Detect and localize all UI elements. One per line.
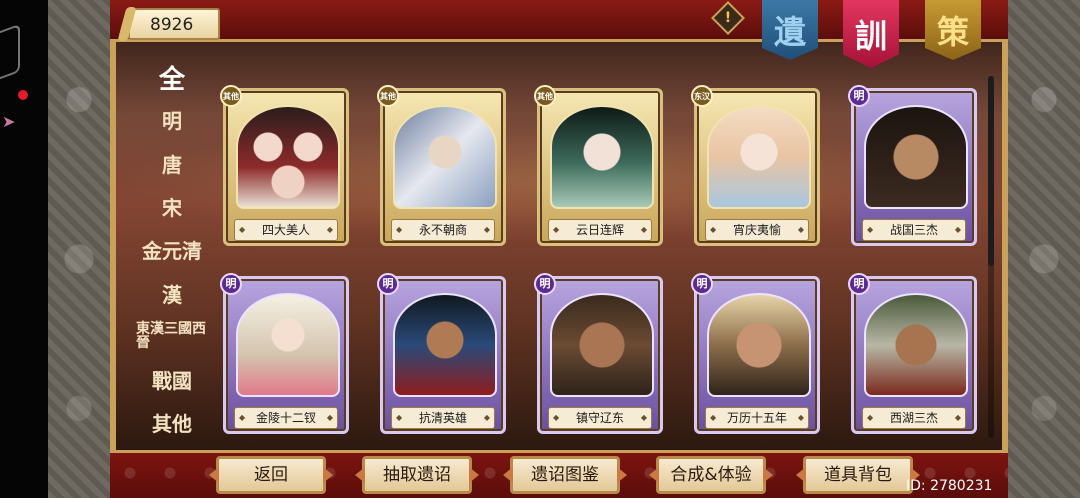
card-name: 宵庆夷愉: [705, 219, 809, 241]
era-badge: 其他: [534, 85, 556, 107]
banner-tab-edict[interactable]: 訓: [843, 0, 899, 68]
back-button[interactable]: 返回: [216, 456, 326, 494]
item-bag-button[interactable]: 道具背包: [803, 456, 913, 494]
category-label: 明: [162, 108, 182, 133]
edict-card[interactable]: 明 抗清英雄: [377, 273, 506, 434]
edict-codex-button[interactable]: 遗诏图鉴: [510, 456, 620, 494]
category-label: 東漢三國西晉: [136, 321, 206, 351]
era-badge: 明: [377, 273, 399, 295]
card-portrait: [707, 293, 811, 397]
category-label: 漢: [162, 282, 182, 307]
era-badge: 明: [534, 273, 556, 295]
banner-tab-strategy[interactable]: 策: [925, 0, 981, 60]
hexagon-icon: [0, 23, 20, 85]
category-jin-yuan-qing[interactable]: 金元清: [128, 230, 216, 268]
card-portrait: [236, 293, 340, 397]
right-ornament-panel: [1008, 0, 1080, 498]
user-id: ID: 2780231: [906, 478, 993, 494]
card-name: 抗清英雄: [391, 407, 495, 429]
arrow-right-icon: ➤: [2, 112, 16, 131]
era-badge: 明: [220, 273, 242, 295]
edict-card[interactable]: 明 镇守辽东: [534, 273, 663, 434]
edict-card[interactable]: 其他 永不朝商: [377, 85, 506, 246]
edict-card[interactable]: 明 战国三杰: [848, 85, 977, 246]
edict-card[interactable]: 明 万历十五年: [691, 273, 820, 434]
category-other[interactable]: 其他: [128, 403, 216, 441]
warning-icon: !: [724, 10, 732, 26]
category-all[interactable]: 全: [128, 58, 216, 96]
synthesize-button[interactable]: 合成&体验: [656, 456, 766, 494]
currency-display: 8926: [128, 8, 220, 40]
card-name: 永不朝商: [391, 219, 495, 241]
edict-card[interactable]: 明 金陵十二钗: [220, 273, 349, 434]
category-ming[interactable]: 明: [128, 100, 216, 138]
era-badge: 明: [848, 273, 870, 295]
banner-label: 遺: [773, 13, 806, 51]
card-portrait: [864, 105, 968, 209]
category-label: 全: [158, 64, 185, 95]
edict-card[interactable]: 其他 云日连辉: [534, 85, 663, 246]
era-badge: 其他: [377, 85, 399, 107]
category-warring-states[interactable]: 戰國: [128, 360, 216, 398]
category-label: 唐: [162, 152, 182, 177]
category-han[interactable]: 漢: [128, 274, 216, 312]
card-name: 西湖三杰: [862, 407, 966, 429]
edict-card[interactable]: 其他 四大美人: [220, 85, 349, 246]
card-scrollbar[interactable]: [988, 76, 994, 438]
scroll-thumb[interactable]: [988, 76, 994, 266]
card-portrait: [550, 293, 654, 397]
card-portrait: [393, 105, 497, 209]
draw-edict-button[interactable]: 抽取遗诏: [362, 456, 472, 494]
card-portrait: [393, 293, 497, 397]
edict-card[interactable]: 东汉 宵庆夷愉: [691, 85, 820, 246]
era-badge: 其他: [220, 85, 242, 107]
card-portrait: [236, 105, 340, 209]
left-ornament-panel: [48, 0, 110, 498]
category-tang[interactable]: 唐: [128, 144, 216, 182]
banner-label: 策: [936, 13, 969, 51]
record-dot-icon: [18, 90, 28, 100]
card-name: 金陵十二钗: [234, 407, 338, 429]
card-portrait: [864, 293, 968, 397]
card-portrait: [707, 105, 811, 209]
card-portrait: [550, 105, 654, 209]
era-badge: 东汉: [691, 85, 713, 107]
currency-value: 8926: [150, 15, 194, 35]
category-three-kingdoms[interactable]: 東漢三國西晉: [128, 316, 216, 356]
card-name: 四大美人: [234, 219, 338, 241]
category-label: 宋: [162, 195, 182, 220]
category-label: 其他: [152, 411, 192, 436]
card-name: 万历十五年: [705, 407, 809, 429]
era-badge: 明: [848, 85, 870, 107]
edict-card[interactable]: 明 西湖三杰: [848, 273, 977, 434]
banner-label: 訓: [854, 17, 887, 55]
category-label: 金元清: [142, 238, 202, 263]
category-song[interactable]: 宋: [128, 187, 216, 225]
banner-tab-legacy[interactable]: 遺: [762, 0, 818, 60]
category-label: 戰國: [152, 368, 192, 393]
screen-edge: ➤: [0, 0, 48, 498]
card-name: 镇守辽东: [548, 407, 652, 429]
card-name: 云日连辉: [548, 219, 652, 241]
era-badge: 明: [691, 273, 713, 295]
card-name: 战国三杰: [862, 219, 966, 241]
